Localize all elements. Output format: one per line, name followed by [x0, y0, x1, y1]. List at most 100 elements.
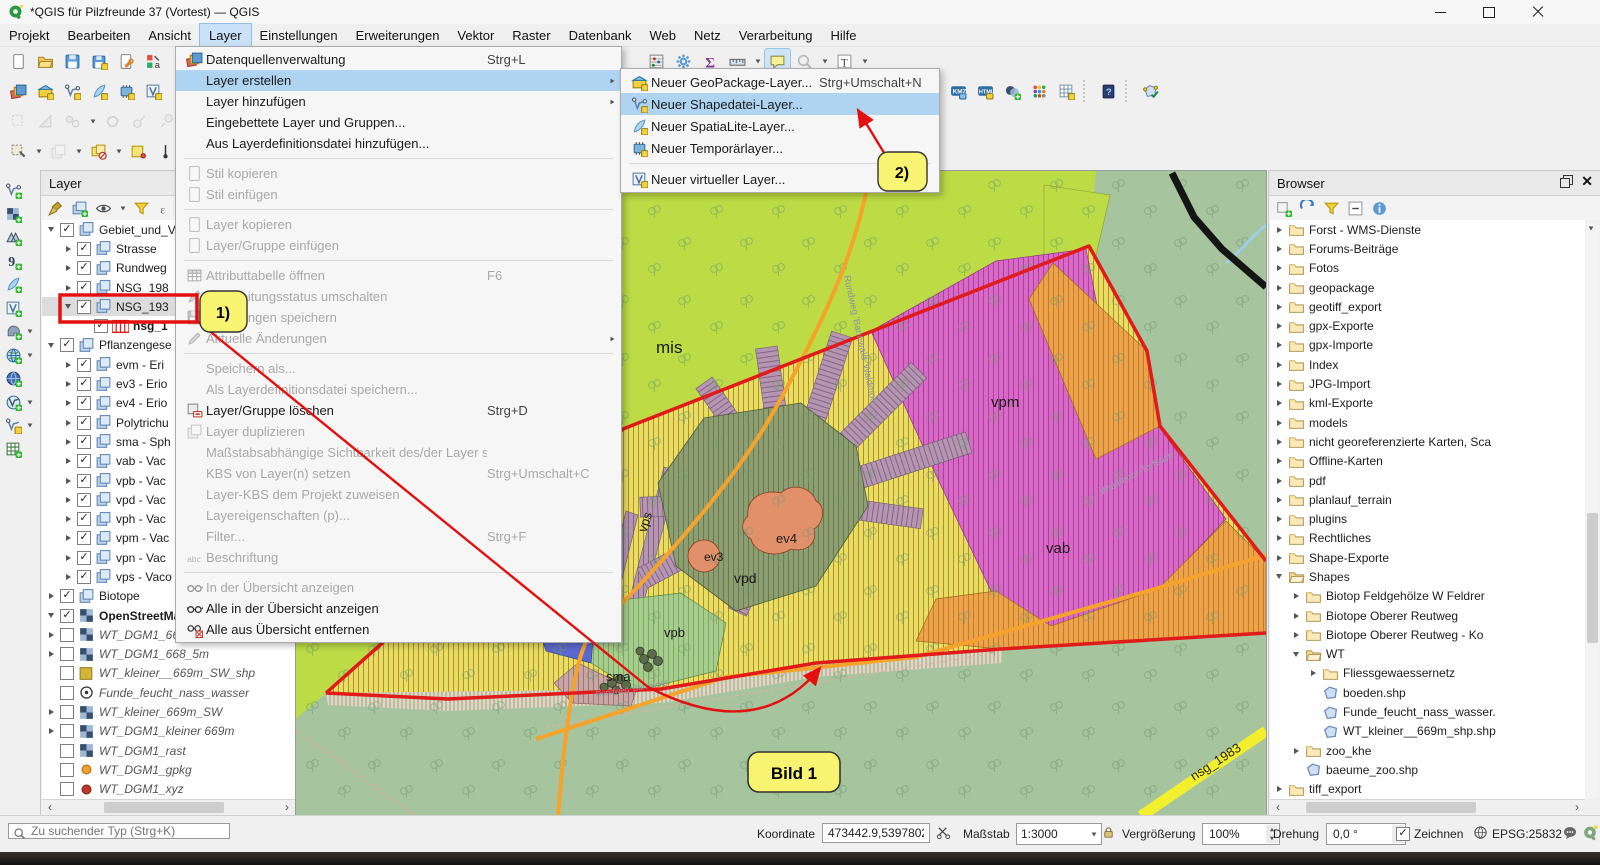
tree-item-fliessgewaessernetz[interactable]: Fliessgewaessernetz — [1270, 664, 1585, 683]
visibility-checkbox[interactable] — [60, 724, 74, 738]
menu-erweiterungen[interactable]: Erweiterungen — [347, 24, 449, 46]
expander-icon[interactable] — [1274, 497, 1284, 503]
qgis-tray-icon[interactable] — [1582, 824, 1599, 844]
menu-hilfe[interactable]: Hilfe — [821, 24, 865, 46]
tree-item-shapes[interactable]: Shapes — [1270, 567, 1585, 586]
menu-vektor[interactable]: Vektor — [448, 24, 503, 46]
menu-item-filter[interactable]: Filter...Strg+F — [176, 526, 621, 547]
expander-icon[interactable] — [63, 574, 73, 580]
tree-item-wt-kleiner-669m-shp-shp[interactable]: WT_kleiner__669m_shp.shp — [1270, 722, 1585, 741]
visibility-checkbox[interactable]: ✓ — [77, 454, 91, 468]
locator-search[interactable] — [8, 823, 230, 839]
menu-item-in-der-übersicht-anzeigen[interactable]: In der Übersicht anzeigen — [176, 577, 621, 598]
move-feature-icon[interactable] — [60, 109, 85, 133]
scroll-left-icon[interactable]: ‹ — [1270, 800, 1286, 815]
expander-icon[interactable] — [1274, 555, 1284, 561]
tree-item-wt-kleiner-669m-sw[interactable]: WT_kleiner_669m_SW — [42, 702, 295, 721]
kmz-export-icon[interactable]: KMZ — [946, 79, 971, 103]
style-manager-icon[interactable]: a — [141, 49, 166, 73]
tree-item-wt-dgm1-gpkg[interactable]: WT_DGM1_gpkg — [42, 760, 295, 779]
menu-datenbank[interactable]: Datenbank — [560, 24, 641, 46]
add-virtual-layer-icon[interactable] — [1, 414, 25, 438]
new-geopackage-layer-icon[interactable] — [33, 79, 58, 103]
tree-item-nicht-georeferenzierte-karten-sca[interactable]: nicht georeferenzierte Karten, Sca — [1270, 432, 1585, 451]
crs-globe-icon[interactable] — [1473, 825, 1488, 843]
new-virtual-layer-icon[interactable] — [141, 79, 166, 103]
menu-item-kbs-von-layer-n-setzen[interactable]: KBS von Layer(n) setzenStrg+Umschalt+C — [176, 463, 621, 484]
tree-item-biotope-oberer-reutweg-ko[interactable]: Biotope Oberer Reutweg - Ko — [1270, 625, 1585, 644]
expander-icon[interactable] — [1291, 652, 1301, 657]
scroll-right-icon[interactable]: › — [1569, 800, 1585, 815]
scroll-right-icon[interactable]: › — [279, 800, 295, 815]
visibility-checkbox[interactable] — [60, 628, 74, 642]
expander-icon[interactable] — [1274, 265, 1284, 271]
expander-icon[interactable] — [63, 516, 73, 522]
expander-icon[interactable] — [1274, 381, 1284, 387]
data-source-manager-icon[interactable] — [6, 79, 31, 103]
scroll-thumb[interactable] — [1306, 802, 1476, 813]
expander-icon[interactable] — [63, 265, 73, 271]
expander-icon[interactable] — [63, 497, 73, 503]
add-group-icon[interactable] — [69, 198, 90, 218]
visibility-checkbox[interactable]: ✓ — [77, 474, 91, 488]
visibility-checkbox[interactable]: ✓ — [77, 493, 91, 507]
lock-scale-icon[interactable] — [1101, 825, 1116, 843]
add-selected-layers-icon[interactable] — [1273, 198, 1294, 218]
grid-colored-icon[interactable] — [1027, 79, 1052, 103]
menu-item-speichern-als[interactable]: Speichern als... — [176, 358, 621, 379]
tree-item-funde-feucht-nass-wasser[interactable]: Funde_feucht_nass_wasser — [42, 683, 295, 702]
expander-icon[interactable] — [1274, 285, 1284, 291]
grid-new-icon[interactable] — [1054, 79, 1079, 103]
tree-item-shape-exporte[interactable]: Shape-Exporte — [1270, 548, 1585, 567]
render-checkbox[interactable]: ✓ — [1396, 825, 1410, 841]
tree-item-fotos[interactable]: Fotos — [1270, 259, 1585, 278]
expander-icon[interactable] — [1274, 535, 1284, 541]
expander-icon[interactable] — [46, 632, 56, 638]
expander-icon[interactable] — [46, 651, 56, 657]
add-table-icon[interactable] — [1, 437, 25, 461]
expander-icon[interactable] — [46, 709, 56, 715]
extents-icon[interactable] — [936, 825, 951, 843]
tree-item-boeden-shp[interactable]: boeden.shp — [1270, 683, 1585, 702]
menu-item-aktuelle-änderungen[interactable]: Aktuelle Änderungen — [176, 328, 621, 349]
visibility-checkbox[interactable] — [60, 666, 74, 680]
add-postgis-layer-icon[interactable] — [1, 320, 25, 344]
menu-item-aus-layerdefinitionsdatei-hinzufügen[interactable]: Aus Layerdefinitionsdatei hinzufügen... — [176, 133, 621, 154]
expander-icon[interactable] — [1291, 748, 1301, 754]
add-delimited-text-layer-icon[interactable]: 9, — [1, 249, 25, 273]
add-shape-layer-icon[interactable] — [1, 296, 25, 320]
html-export-icon[interactable]: HTML — [973, 79, 998, 103]
menu-einstellungen[interactable]: Einstellungen — [251, 24, 347, 46]
tree-item-zoo-khe[interactable]: zoo_khe — [1270, 741, 1585, 760]
add-mesh-layer-icon[interactable] — [1, 226, 25, 250]
expander-icon[interactable] — [1274, 342, 1284, 348]
menu-item-als-layerdefinitionsdatei-speichern[interactable]: Als Layerdefinitionsdatei speichern... — [176, 379, 621, 400]
project-save-icon[interactable] — [60, 49, 85, 73]
expander-icon[interactable] — [1291, 593, 1301, 599]
menu-bearbeiten[interactable]: Bearbeiten — [58, 24, 139, 46]
visibility-checkbox[interactable]: ✓ — [77, 512, 91, 526]
geometry-checker-icon[interactable] — [1138, 79, 1163, 103]
expander-icon[interactable] — [1274, 439, 1284, 445]
expander-icon[interactable] — [63, 400, 73, 406]
scale-feature-icon[interactable] — [127, 109, 152, 133]
visibility-checkbox[interactable]: ✓ — [77, 358, 91, 372]
tree-item-gpx-importe[interactable]: gpx-Importe — [1270, 336, 1585, 355]
add-virtual-layer-dropdown-icon[interactable] — [25, 414, 34, 438]
menu-item-neuer-spatialite-layer[interactable]: Neuer SpatiaLite-Layer... — [621, 115, 939, 137]
add-postgis-layer-dropdown-icon[interactable] — [25, 320, 34, 344]
copy-style-dropdown-icon[interactable] — [73, 139, 84, 163]
add-spatialite-layer-icon[interactable] — [1, 273, 25, 297]
expander-icon[interactable] — [46, 343, 56, 348]
visibility-checkbox[interactable]: ✓ — [77, 281, 91, 295]
messages-icon[interactable] — [1562, 825, 1578, 844]
menu-item-stil-einfügen[interactable]: Stil einfügen — [176, 184, 621, 205]
visibility-checkbox[interactable]: ✓ — [77, 300, 91, 314]
browser-vscrollbar[interactable] — [1586, 223, 1599, 798]
expander-icon[interactable] — [1274, 227, 1284, 233]
menu-item-layer-gruppe-einfügen[interactable]: Layer/Gruppe einfügen — [176, 235, 621, 256]
tree-item-wt[interactable]: WT — [1270, 645, 1585, 664]
epsg-status[interactable]: EPSG:25832 — [1492, 827, 1562, 841]
tree-item-baeume-zoo-shp[interactable]: baeume_zoo.shp — [1270, 760, 1585, 779]
add-wms-layer-dropdown-icon[interactable] — [25, 343, 34, 367]
